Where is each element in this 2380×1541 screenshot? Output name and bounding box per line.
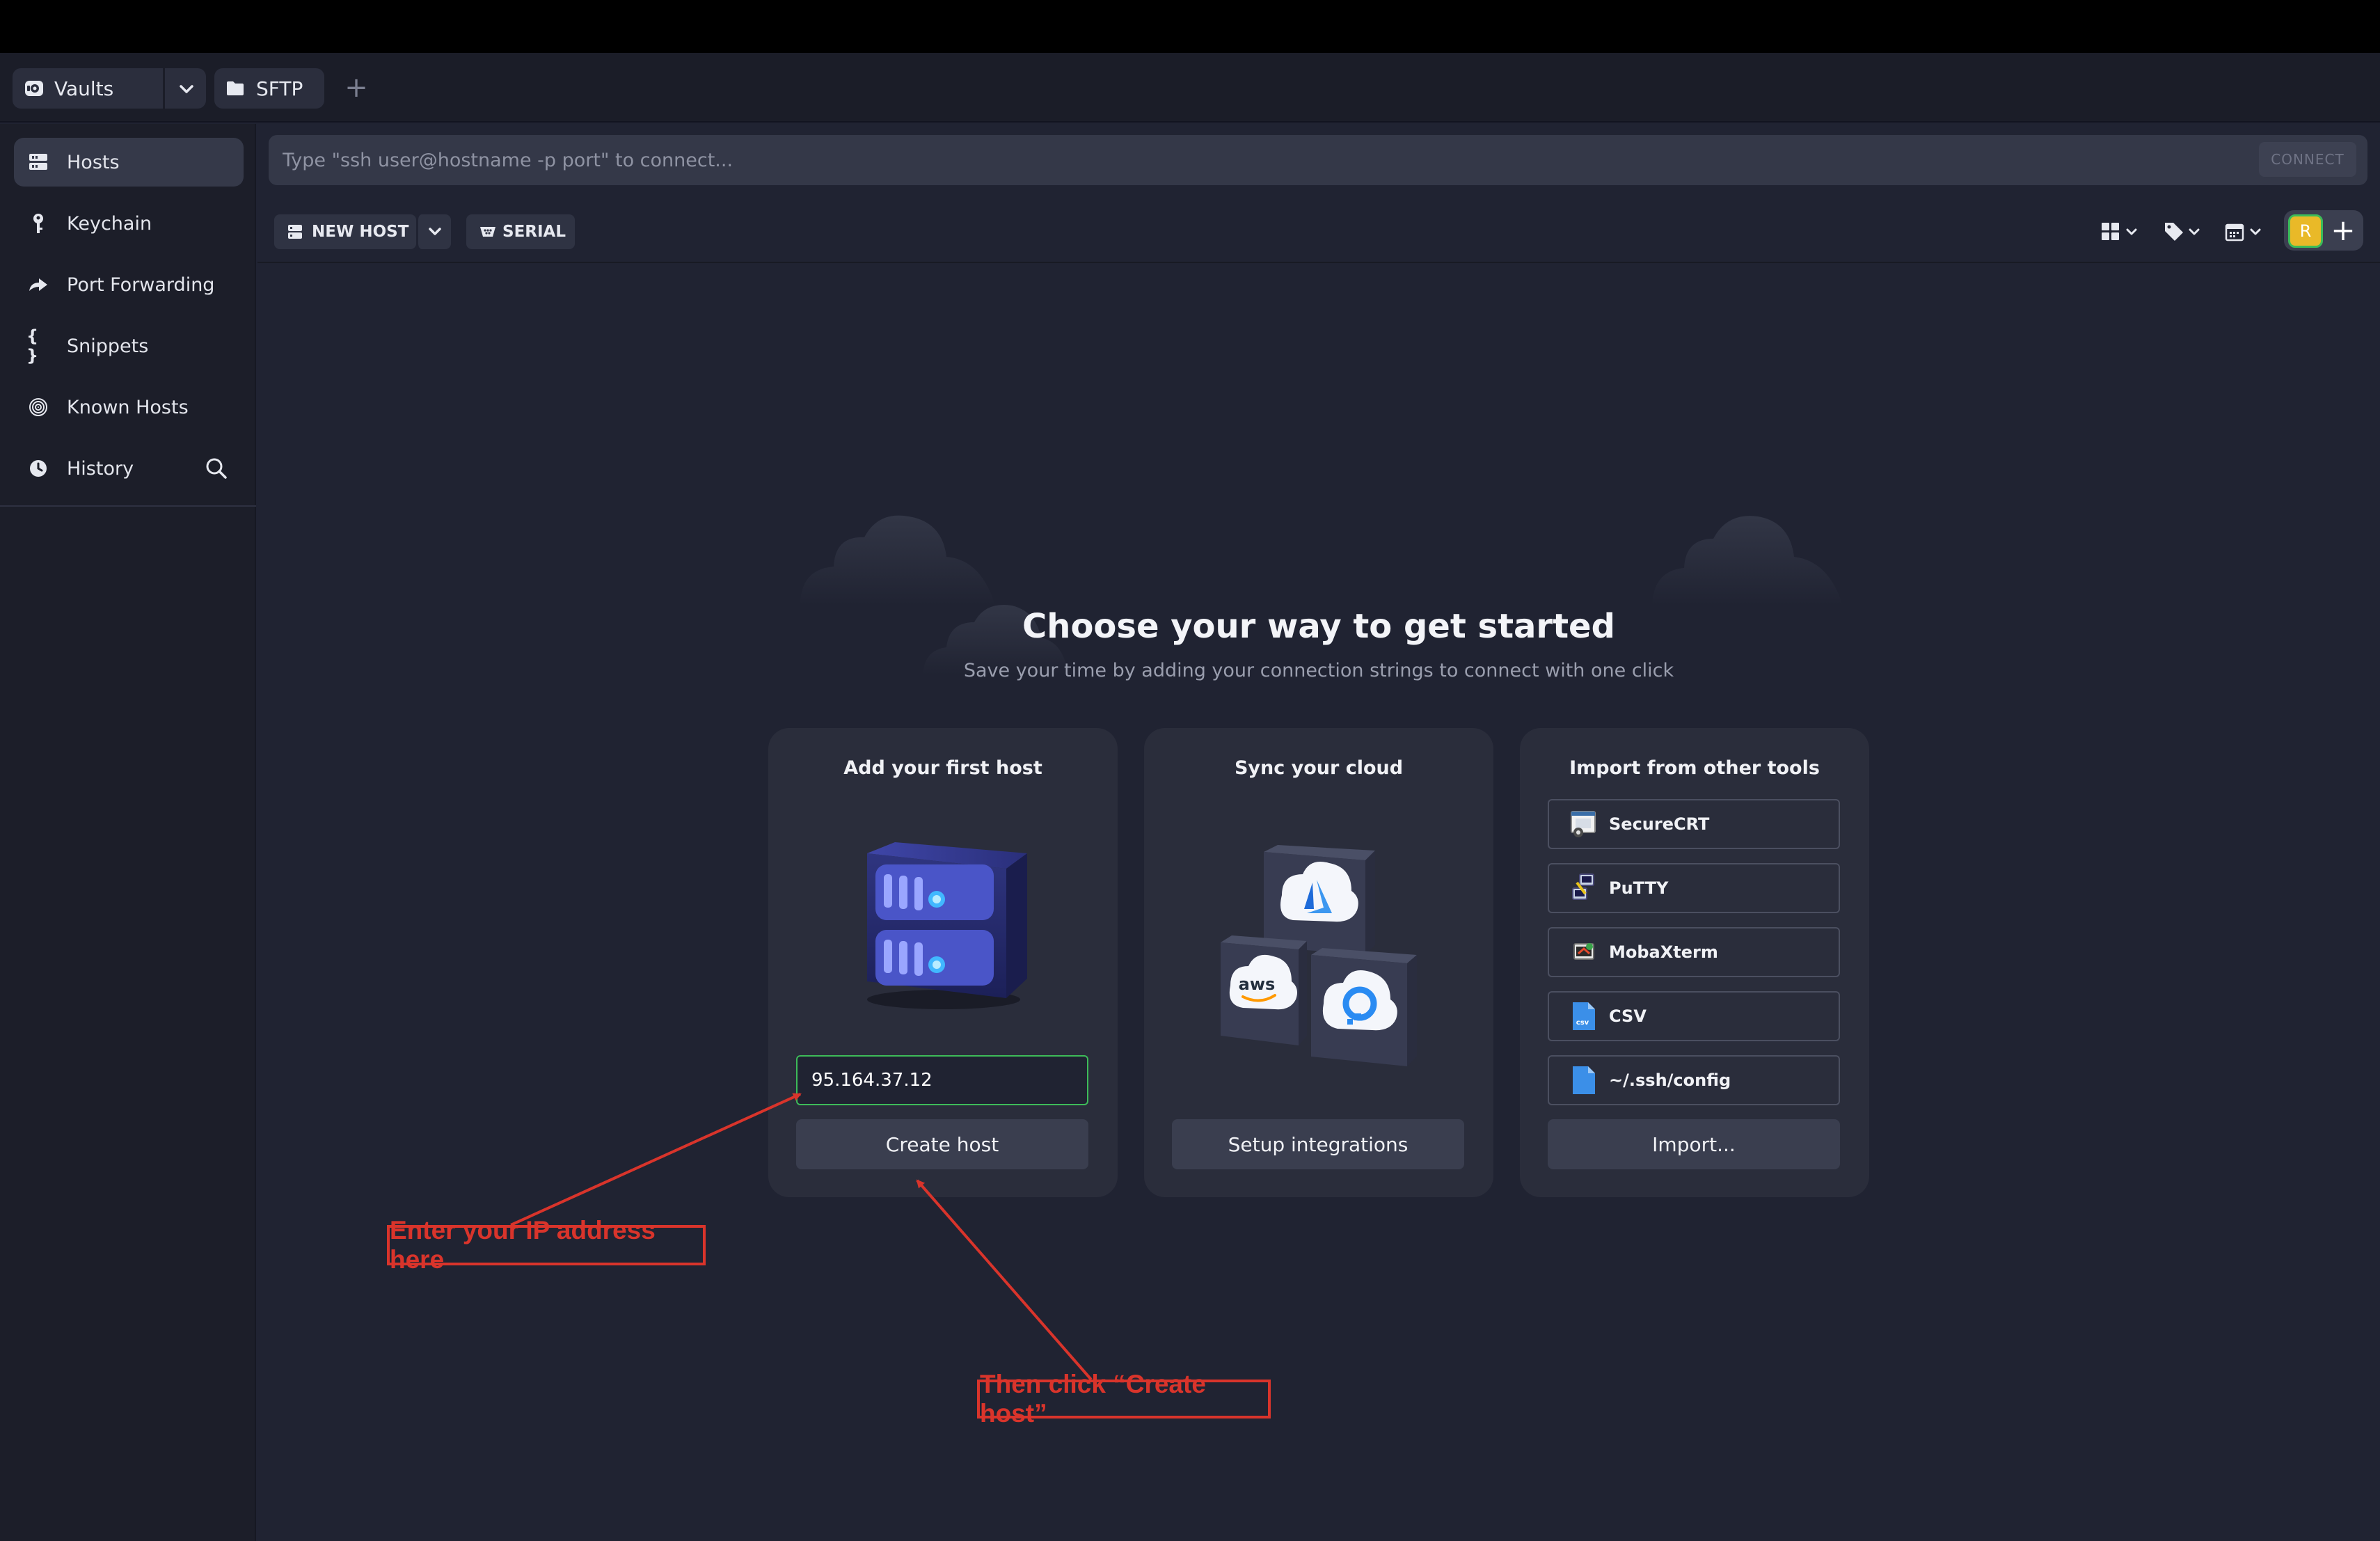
annotation-arrows bbox=[510, 1093, 1093, 1381]
arrow-to-ip-input bbox=[510, 1093, 802, 1226]
arrow-to-create-host bbox=[916, 1179, 1093, 1381]
annotation-click-create: Then click “Create host” bbox=[977, 1370, 1271, 1428]
annotation-enter-ip: Enter your IP address here bbox=[387, 1216, 706, 1274]
